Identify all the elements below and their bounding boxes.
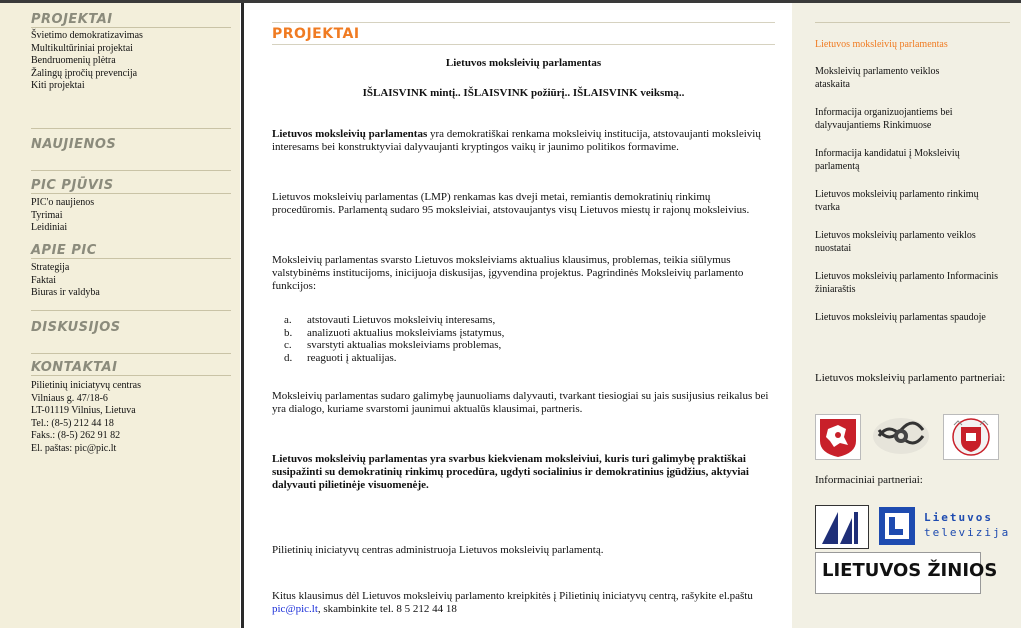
main-rule bbox=[272, 44, 775, 45]
contact-org: Pilietinių iniciatyvų centras bbox=[31, 380, 141, 391]
paragraph-functions-intro: Moksleivių parlamentas svarsto Lietuvos … bbox=[272, 254, 744, 292]
ltv-logo[interactable]: Lietuvos televizija bbox=[877, 505, 1019, 547]
lietuvos-zinios-logo[interactable]: LIETUVOS ŽINIOS bbox=[815, 552, 997, 594]
right-link-ataskaita[interactable]: Moksleivių parlamento veiklos ataskaita bbox=[815, 66, 975, 91]
contact-info: Pilietinių iniciatyvų centras Vilniaus g… bbox=[31, 380, 141, 455]
functions-list: a. atstovauti Lietuvos moksleivių interes… bbox=[272, 314, 775, 364]
nav-heading-projektai[interactable]: PROJEKTAI bbox=[31, 12, 113, 27]
nav-item-kiti[interactable]: Kiti projektai bbox=[31, 80, 143, 93]
nav-item-strategija[interactable]: Strategija bbox=[31, 262, 100, 275]
vytis-logo[interactable] bbox=[815, 414, 861, 460]
paragraph-dialogue: Moksleivių parlamentas sudaro galimybę j… bbox=[272, 390, 769, 415]
nav-item-svietimo[interactable]: Švietimo demokratizavimas bbox=[31, 30, 143, 43]
contact-email: El. paštas: pic@pic.lt bbox=[31, 442, 117, 454]
contact-phone: Tel.: (8-5) 212 44 18 bbox=[31, 417, 114, 429]
paragraph-contact: Kitus klausimus dėl Lietuvos moksleivių … bbox=[272, 590, 753, 615]
right-link-rinkimu-tvarka[interactable]: Lietuvos moksleivių parlamento rinkimų t… bbox=[815, 189, 1005, 214]
contact-city: LT-01119 Vilnius, Lietuva bbox=[31, 405, 136, 416]
zinios-text: LIETUVOS ŽINIOS bbox=[822, 560, 998, 581]
right-link-ziniarastis[interactable]: Lietuvos moksleivių parlamento Informaci… bbox=[815, 271, 1005, 296]
partner-logo-triangle[interactable] bbox=[815, 505, 869, 549]
paragraph-intro: Lietuvos moksleivių parlamentas yra demo… bbox=[272, 128, 775, 154]
vytis-icon bbox=[820, 419, 856, 457]
triangle-logo-icon bbox=[822, 512, 858, 544]
nav-item-bendruomeniu[interactable]: Bendruomenių plėtra bbox=[31, 55, 143, 68]
nav-heading-pic-pjuvis[interactable]: PIC PJŪVIS bbox=[31, 178, 114, 193]
nav-item-faktai[interactable]: Faktai bbox=[31, 275, 100, 288]
ministry-emblem-icon bbox=[873, 418, 929, 454]
list-item: b. analizuoti aktualius moksleiviams įsta… bbox=[284, 326, 505, 339]
coat-of-arms-icon bbox=[952, 418, 990, 456]
main-rule bbox=[272, 22, 775, 23]
info-partners-label: Informaciniai partneriai: bbox=[815, 474, 923, 486]
intro-bold: Lietuvos moksleivių parlamentas bbox=[272, 128, 428, 140]
paragraph-admin: Pilietinių iniciatyvų centras administru… bbox=[272, 544, 604, 556]
nav-item-pic-naujienos[interactable]: PIC'o naujienos bbox=[31, 197, 94, 210]
nav-rule bbox=[31, 170, 231, 171]
ltv-text-2: televizija bbox=[924, 526, 1011, 539]
nav-rule bbox=[31, 375, 231, 376]
nav-rule bbox=[31, 128, 231, 129]
nav-rule bbox=[31, 310, 231, 311]
paragraph-importance: Lietuvos moksleivių parlamentas yra svar… bbox=[272, 453, 749, 491]
nav-rule bbox=[31, 193, 231, 194]
nav-item-multikulturiniai[interactable]: Multikultūriniai projektai bbox=[31, 43, 143, 56]
nav-pic-pjuvis-list: PIC'o naujienos Tyrimai Leidiniai bbox=[31, 197, 94, 235]
page-title: PROJEKTAI bbox=[272, 26, 360, 42]
top-border bbox=[0, 0, 1021, 3]
email-link[interactable]: pic@pic.lt bbox=[272, 603, 318, 615]
ministry-logo[interactable] bbox=[869, 414, 933, 458]
right-link-informacija-kandidatui[interactable]: Informacija kandidatui į Moksleivių parl… bbox=[815, 148, 965, 173]
nav-rule bbox=[31, 27, 231, 28]
shield-logo[interactable] bbox=[943, 414, 999, 460]
nav-heading-apie-pic[interactable]: APIE PIC bbox=[31, 243, 97, 258]
list-item: a. atstovauti Lietuvos moksleivių interes… bbox=[284, 314, 496, 326]
right-link-spaudoje[interactable]: Lietuvos moksleivių parlamentas spaudoje bbox=[815, 312, 1010, 325]
contact-street: Vilniaus g. 47/18-6 bbox=[31, 392, 108, 404]
ltv-text-1: Lietuvos bbox=[924, 511, 993, 524]
nav-heading-diskusijos[interactable]: DISKUSIJOS bbox=[31, 320, 121, 335]
nav-item-biuras[interactable]: Biuras ir valdyba bbox=[31, 287, 100, 300]
right-rule bbox=[815, 22, 1010, 23]
right-link-informacija-organizuojantiems[interactable]: Informacija organizuojantiems bei dalyva… bbox=[815, 107, 1020, 132]
nav-heading-naujienos[interactable]: NAUJIENOS bbox=[31, 137, 116, 152]
nav-projektai-list: Švietimo demokratizavimas Multikultūrini… bbox=[31, 30, 143, 93]
nav-rule bbox=[31, 353, 231, 354]
contact-fax: Faks.: (8-5) 262 91 82 bbox=[31, 430, 121, 441]
nav-apie-list: Strategija Faktai Biuras ir valdyba bbox=[31, 262, 100, 300]
ltv-icon bbox=[879, 507, 915, 545]
list-item: d. reaguoti į aktualijas. bbox=[284, 351, 397, 364]
right-link-parlamentas[interactable]: Lietuvos moksleivių parlamentas bbox=[815, 39, 1020, 52]
nav-item-leidiniai[interactable]: Leidiniai bbox=[31, 222, 94, 235]
right-link-nuostatai[interactable]: Lietuvos moksleivių parlamento veiklos n… bbox=[815, 230, 1005, 255]
paragraph-elections: Lietuvos moksleivių parlamentas (LMP) re… bbox=[272, 191, 750, 216]
partners-label: Lietuvos moksleivių parlamento partneria… bbox=[815, 372, 1006, 384]
nav-item-zalingu[interactable]: Žalingų įpročių prevencija bbox=[31, 68, 143, 81]
article-heading: Lietuvos moksleivių parlamentas bbox=[445, 57, 602, 69]
article-slogan: IŠLAISVINK mintį.. IŠLAISVINK požiūrį.. … bbox=[362, 87, 685, 99]
left-sidebar bbox=[0, 0, 240, 628]
nav-heading-kontaktai[interactable]: KONTAKTAI bbox=[31, 360, 117, 375]
nav-rule bbox=[31, 258, 231, 259]
nav-item-tyrimai[interactable]: Tyrimai bbox=[31, 210, 94, 223]
left-divider bbox=[241, 0, 244, 628]
list-item: c. svarstyti aktualias moksleiviams probl… bbox=[284, 339, 502, 351]
